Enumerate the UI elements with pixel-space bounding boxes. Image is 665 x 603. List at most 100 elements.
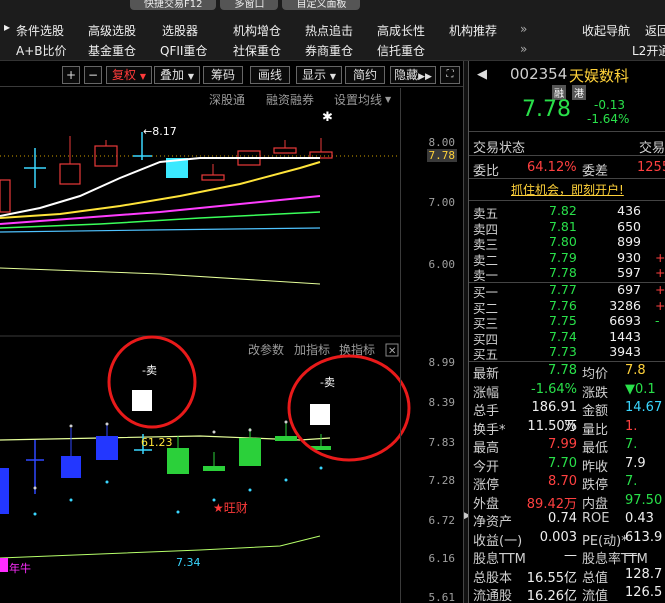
menu-arrow-right-icon[interactable]: » — [520, 22, 527, 36]
top-menu-bar: 快捷交易F12 多窗口 自定义面板 ▸ 条件选股 高级选股 选股器 机构增仓 热… — [0, 0, 665, 61]
dot — [176, 510, 180, 514]
menu-qfii-heavy[interactable]: QFII重仓 — [160, 42, 207, 59]
overlay-label: 叠加 — [160, 68, 185, 82]
change-params-link[interactable]: 改参数 — [248, 342, 284, 357]
bid-price: 7.76 — [549, 297, 577, 313]
fullscreen-icon[interactable]: ⛶ — [440, 66, 460, 84]
menu-hot-tracking[interactable]: 热点追击 — [305, 22, 353, 39]
stat-value: 7.78 — [548, 363, 577, 378]
bid-volume: 6693 — [609, 313, 641, 328]
overlay-dropdown[interactable]: 叠加 ▼ — [154, 66, 200, 84]
menu-inst-increase[interactable]: 机构增仓 — [233, 22, 281, 39]
candle — [167, 448, 189, 474]
add-indicator-link[interactable]: 加指标 — [294, 342, 330, 357]
menu-fund-heavy[interactable]: 基金重仓 — [88, 42, 136, 59]
stat-value: 0.43 — [625, 511, 654, 526]
star-icon: ✱ — [322, 110, 333, 125]
bid-delta: - — [655, 313, 660, 328]
ask-price: 7.79 — [549, 249, 577, 265]
bid-volume: 3943 — [609, 344, 641, 359]
value-734-label: 7.34 — [176, 556, 201, 569]
stat-label: 金额 — [582, 404, 609, 419]
simple-button[interactable]: 简约 — [345, 66, 385, 84]
menu-high-growth[interactable]: 高成长性 — [377, 22, 425, 39]
sell-signal-label: -卖 — [320, 376, 335, 389]
zoom-out-button[interactable]: − — [84, 66, 102, 84]
axis-label: 6.16 — [428, 552, 456, 565]
hk-connect-badge: 港 — [572, 85, 586, 100]
candle — [59, 163, 81, 185]
tab-quick-trade[interactable]: 快捷交易F12 — [130, 0, 217, 10]
trade-status-label: 交易状态 — [473, 141, 526, 156]
candle — [273, 147, 297, 154]
tab-multi-window[interactable]: 多窗口 — [220, 0, 279, 10]
draw-line-button[interactable]: 画线 — [250, 66, 290, 84]
menu-ab-compare[interactable]: A+B比价 — [16, 42, 67, 59]
stat-label: 总值 — [582, 570, 609, 586]
candle — [275, 436, 297, 441]
hide-button[interactable]: 隐藏▶▶ — [390, 66, 436, 84]
menu-inst-recommend[interactable]: 机构推荐 — [449, 22, 497, 39]
dot — [284, 478, 288, 482]
weicha-value: 1255 — [637, 160, 665, 175]
promo-link[interactable]: 抓住机会，即刻开户! — [511, 181, 624, 198]
ask-volume: 930 — [617, 249, 641, 265]
display-dropdown[interactable]: 显示 ▼ — [296, 66, 342, 84]
kline-chart-area[interactable]: 深股通 融资融券 设置均线 ▼ ✱ ←8.17 改参数 加指标 换指标 ✕ 61… — [0, 88, 463, 603]
ask-price: 7.80 — [549, 234, 577, 249]
stat-value: 613.9 — [625, 529, 663, 545]
menu-stock-picker[interactable]: 选股器 — [162, 22, 198, 39]
highlight-circle — [287, 354, 411, 462]
zoom-in-button[interactable]: + — [62, 66, 80, 84]
stock-name: 天娱数科 — [569, 67, 630, 85]
menu-collapse-nav[interactable]: 收起导航 — [582, 22, 630, 39]
bid-volume: 3286 — [609, 297, 641, 313]
divider — [469, 155, 665, 156]
ma10-line — [0, 161, 321, 219]
menu-condition-select[interactable]: 条件选股 — [16, 22, 64, 39]
menu-item-left-arrow[interactable]: ▸ — [4, 20, 10, 34]
stat-label: 最高 — [473, 441, 500, 456]
price-change: -0.13 — [594, 98, 626, 112]
menu-l2-open[interactable]: L2开通 — [632, 42, 665, 59]
weicha-label: 委差 — [582, 164, 609, 179]
prev-stock-icon[interactable]: ◀ — [477, 67, 487, 82]
fuquan-dropdown[interactable]: 复权 ▼ — [106, 66, 152, 84]
stat-label: 跌停 — [582, 478, 609, 493]
axis-label: 7.00 — [428, 196, 456, 209]
stat-label: 换手* — [473, 422, 506, 438]
candle — [203, 466, 225, 471]
stat-value: 89.42万 — [526, 496, 577, 512]
link-ma-settings[interactable]: 设置均线 — [334, 93, 382, 107]
ask-price: 7.78 — [549, 265, 577, 280]
ask-volume: 899 — [617, 234, 641, 249]
ma120-line — [0, 267, 321, 285]
menu-social-heavy[interactable]: 社保重仓 — [233, 42, 281, 59]
candle — [239, 438, 261, 466]
chip-button[interactable]: 筹码 — [203, 66, 243, 84]
quote-panel: ◀ 002354 天娱数科 融 港 7.78 -0.13 -1.64% 交易状态… — [468, 61, 665, 603]
menu-arrow-right2-icon[interactable]: » — [520, 42, 527, 56]
menu-advanced-select[interactable]: 高级选股 — [88, 22, 136, 39]
menu-broker-heavy[interactable]: 券商重仓 — [305, 42, 353, 59]
weibi-label: 委比 — [473, 164, 500, 179]
tab-custom-panel[interactable]: 自定义面板 — [282, 0, 361, 10]
divider — [469, 361, 665, 362]
display-label: 显示 — [302, 68, 327, 82]
menu-trust-heavy[interactable]: 信托重仓 — [377, 42, 425, 59]
axis-label: 6.00 — [428, 258, 456, 271]
axis-current-price: 7.78 — [426, 149, 457, 162]
close-icon[interactable]: ✕ — [388, 346, 396, 357]
stat-label: 均价 — [582, 367, 609, 382]
stock-code: 002354 — [510, 65, 568, 83]
axis-label: 5.61 — [428, 591, 456, 603]
link-margin[interactable]: 融资融券 — [266, 92, 314, 107]
link-shengutong[interactable]: 深股通 — [209, 93, 245, 107]
chevron-down-icon: ▼ — [187, 72, 194, 81]
hide-label: 隐藏 — [394, 68, 419, 82]
chart-toolbar: + − 复权 ▼ 叠加 ▼ 筹码 画线 显示 ▼ 简约 隐藏▶▶ ⛶ — [0, 63, 463, 87]
ask-volume: 436 — [617, 203, 641, 218]
stat-value: 128.7 — [625, 566, 663, 582]
stat-label: 最低 — [582, 441, 609, 456]
menu-return[interactable]: 返回 — [645, 22, 665, 39]
